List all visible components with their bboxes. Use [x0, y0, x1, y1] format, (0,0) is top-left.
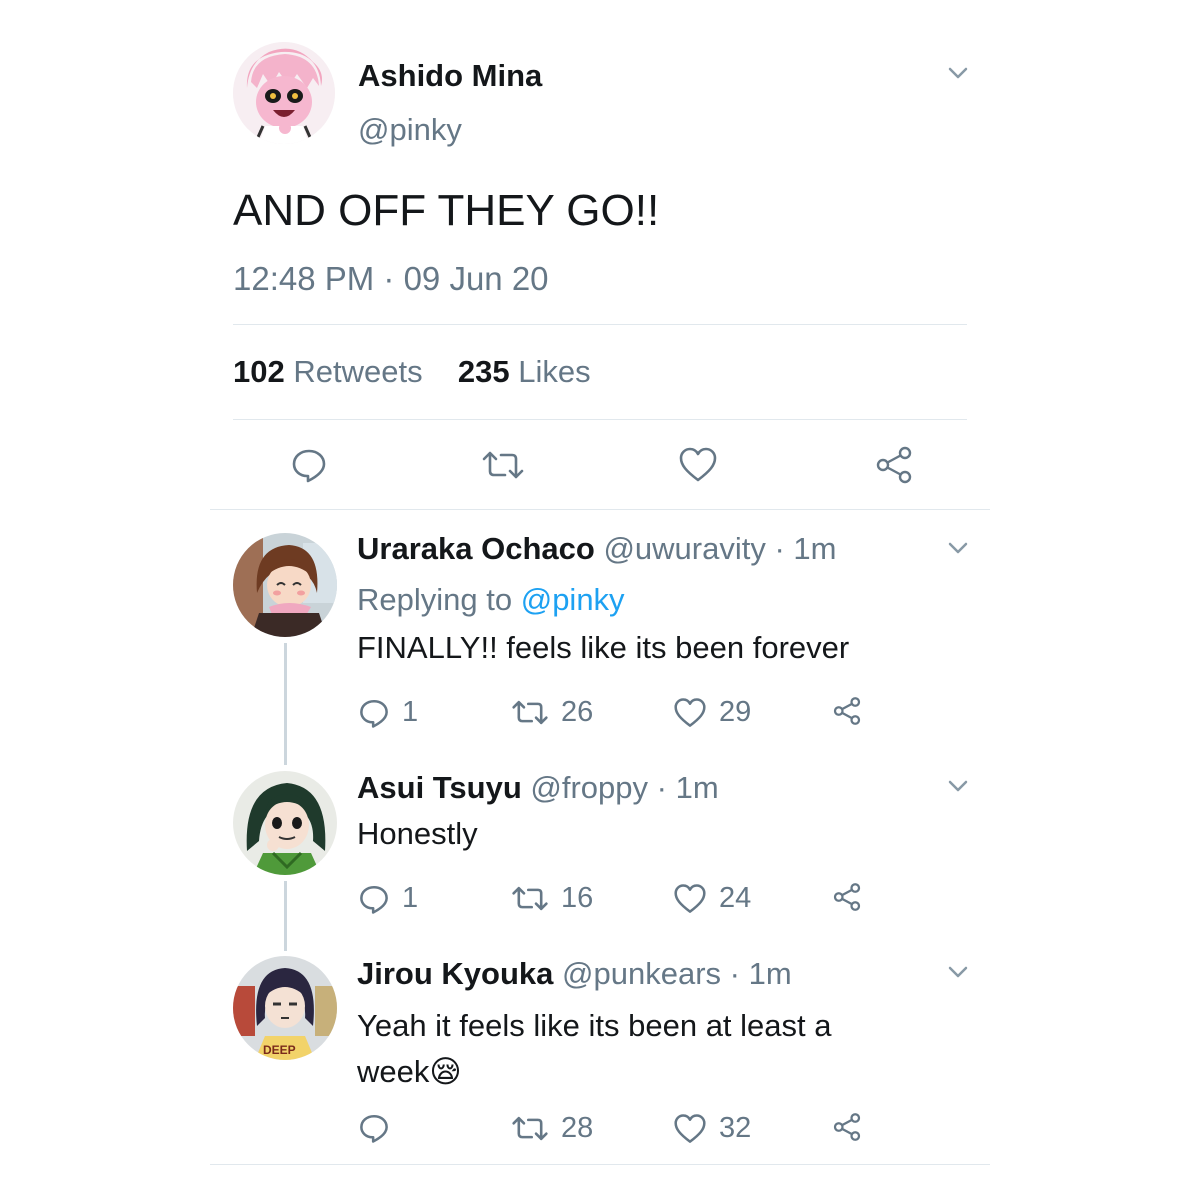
like-button[interactable]	[678, 446, 718, 484]
divider	[210, 509, 990, 510]
avatar-uraraka-ochaco[interactable]	[233, 533, 337, 637]
reply-button[interactable]: 1	[358, 696, 418, 729]
thread-connector	[284, 643, 287, 765]
reply-icon	[360, 699, 388, 728]
reply-time[interactable]: · 1m	[657, 770, 719, 805]
reply-text: FINALLY!! feels like its been forever	[357, 630, 850, 665]
reply-text-word: week	[357, 1054, 430, 1089]
display-name[interactable]: Jirou Kyouka	[357, 956, 553, 991]
like-button[interactable]: 29	[673, 696, 751, 729]
likes-stat[interactable]: 235 Likes	[458, 354, 591, 389]
reply-time[interactable]: · 1m	[730, 956, 792, 991]
retweet-count: 28	[561, 1112, 594, 1144]
likes-label: Likes	[518, 354, 591, 389]
share-button[interactable]	[874, 446, 914, 484]
retweet-icon	[482, 451, 524, 479]
reply-header: Uraraka Ochaco @uwuravity · 1m	[357, 531, 836, 567]
replying-to-prefix: Replying to	[357, 582, 513, 617]
retweets-stat[interactable]: 102 Retweets	[233, 354, 431, 389]
replying-to-line: Replying to @pinky	[357, 582, 625, 618]
reply-icon	[292, 449, 326, 483]
share-icon	[833, 883, 861, 911]
reply-text: Yeah it feels like its been at least a w…	[357, 1003, 832, 1095]
reply-text-line: Yeah it feels like its been at least a	[357, 1008, 832, 1043]
heart-icon	[679, 447, 717, 482]
thread-connector	[284, 881, 287, 951]
display-name[interactable]: Uraraka Ochaco	[357, 531, 595, 566]
display-name[interactable]: Ashido Mina	[358, 58, 542, 94]
reply-button[interactable]	[358, 1112, 390, 1144]
retweet-button[interactable]: 16	[511, 882, 593, 915]
like-count: 29	[719, 696, 752, 728]
handle[interactable]: @pinky	[358, 112, 462, 148]
heart-icon	[674, 697, 706, 727]
avatar-jirou-kyouka[interactable]: DEEP	[233, 956, 337, 1060]
divider	[210, 1164, 990, 1165]
avatar-ashido-mina[interactable]	[233, 42, 335, 144]
share-icon	[876, 446, 912, 484]
handle[interactable]: @punkears	[562, 956, 721, 991]
tweet-timestamp[interactable]: 12:48 PM · 09 Jun 20	[233, 260, 549, 298]
share-button[interactable]	[832, 696, 862, 726]
reply-count: 1	[402, 882, 419, 914]
heart-icon	[674, 1113, 706, 1143]
tweet-text: AND OFF THEY GO!!	[233, 186, 660, 235]
reply-icon	[360, 885, 388, 914]
chevron-down-icon[interactable]	[947, 779, 969, 793]
retweet-count: 26	[561, 696, 594, 728]
retweet-count: 16	[561, 882, 594, 914]
reply-button[interactable]: 1	[358, 882, 418, 915]
like-button[interactable]: 32	[673, 1112, 751, 1145]
share-button[interactable]	[832, 882, 862, 912]
heart-icon	[674, 883, 706, 913]
retweet-button[interactable]: 26	[511, 696, 593, 729]
like-button[interactable]: 24	[673, 882, 751, 915]
svg-text:DEEP: DEEP	[263, 1043, 296, 1057]
share-icon	[833, 1113, 861, 1141]
chevron-down-icon[interactable]	[947, 66, 969, 80]
divider	[233, 324, 967, 325]
divider	[233, 419, 967, 420]
handle[interactable]: @uwuravity	[603, 531, 765, 566]
reply-count: 1	[402, 696, 419, 728]
sleepy-face-emoji: 😪	[429, 1054, 462, 1090]
retweets-label: Retweets	[293, 354, 423, 389]
handle[interactable]: @froppy	[530, 770, 648, 805]
retweets-count: 102	[233, 354, 285, 389]
retweet-icon	[512, 700, 548, 725]
retweet-icon	[512, 1116, 548, 1141]
reply-header: Jirou Kyouka @punkears · 1m	[357, 956, 792, 992]
share-icon	[833, 697, 861, 725]
chevron-down-icon[interactable]	[947, 541, 969, 555]
retweet-button[interactable]: 28	[511, 1112, 593, 1145]
like-count: 32	[719, 1112, 752, 1144]
reply-text-line: week😪	[357, 1049, 832, 1095]
mention-link[interactable]: @pinky	[521, 582, 625, 617]
share-button[interactable]	[832, 1112, 862, 1142]
chevron-down-icon[interactable]	[947, 965, 969, 979]
likes-count: 235	[457, 354, 510, 389]
reply-text: Honestly	[357, 816, 478, 851]
retweet-icon	[512, 886, 548, 911]
reply-button[interactable]	[290, 446, 328, 484]
display-name[interactable]: Asui Tsuyu	[357, 770, 522, 805]
avatar-asui-tsuyu[interactable]	[233, 771, 337, 875]
like-count: 24	[719, 882, 752, 914]
engagement-stats: 102 Retweets 235 Likes	[233, 354, 591, 390]
retweet-button[interactable]	[481, 447, 525, 483]
reply-header: Asui Tsuyu @froppy · 1m	[357, 770, 719, 806]
reply-time[interactable]: · 1m	[774, 531, 836, 566]
reply-icon	[360, 1114, 388, 1143]
